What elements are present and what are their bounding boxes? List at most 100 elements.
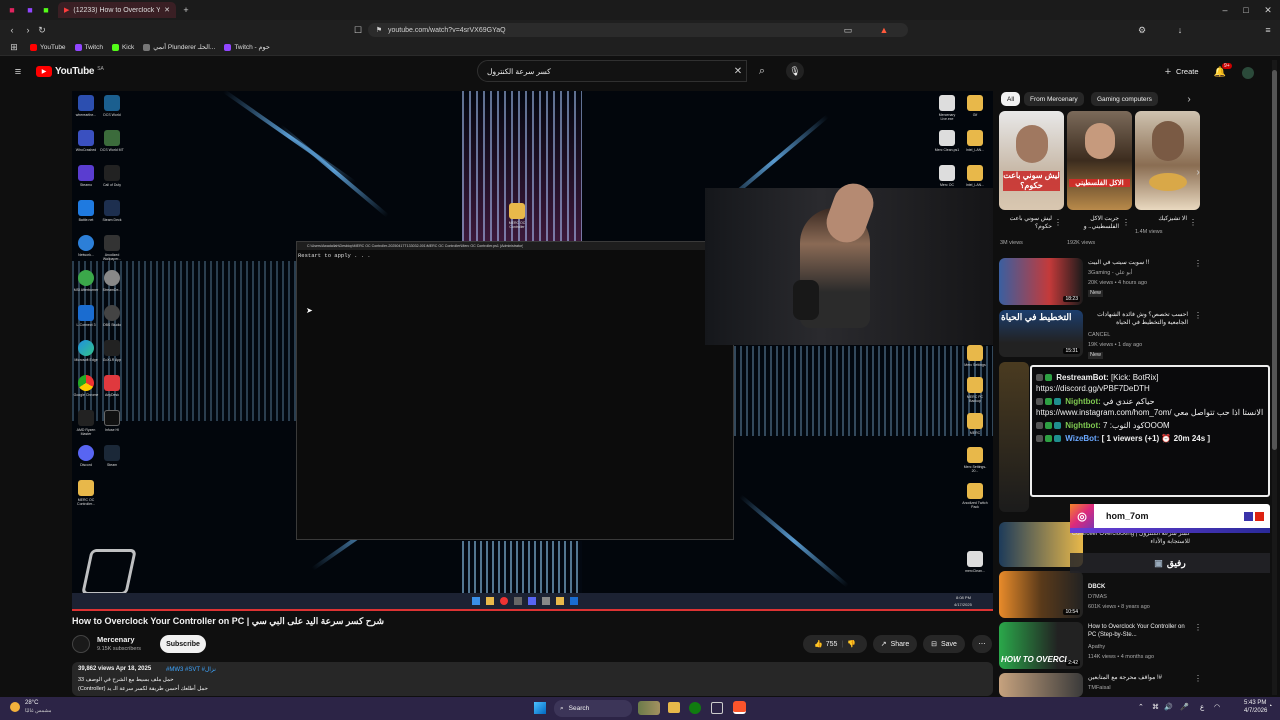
video-title-link[interactable]: سويت سيتب في البيت !! bbox=[1088, 259, 1188, 267]
short-more-icon[interactable]: ⋮ bbox=[1122, 218, 1130, 227]
hamburger-menu-icon[interactable]: ≡ bbox=[12, 66, 24, 78]
bookmark-twitch-hom[interactable]: Twitch - حوم bbox=[224, 43, 270, 51]
short-title[interactable]: الا تشيزكيك bbox=[1135, 215, 1187, 223]
wifi-icon[interactable]: ◠ bbox=[1214, 703, 1220, 711]
short-title[interactable]: جربت الاكل الفلسطيني.. و bbox=[1067, 215, 1119, 231]
video-more-icon[interactable]: ⋮ bbox=[1194, 259, 1202, 268]
weather-desc[interactable]: مشمس غالبًا bbox=[25, 708, 52, 714]
tab-youtube[interactable]: ▶ (12233) How to Overclock Yo ✕ bbox=[58, 2, 176, 18]
short-more-icon[interactable]: ⋮ bbox=[1054, 218, 1062, 227]
video-title-link[interactable]: احسب تخصص؟ وش فائدة الشهادات الجامعية وا… bbox=[1088, 311, 1188, 327]
create-plus-icon[interactable]: + bbox=[1162, 66, 1174, 78]
bookmark-plunderer[interactable]: أنمي Plunderer الحلـ... bbox=[143, 43, 215, 51]
microphone-icon[interactable]: 🎙 bbox=[786, 62, 804, 80]
widget-thumbnail-icon[interactable] bbox=[638, 701, 660, 715]
bookmark-kick[interactable]: Kick bbox=[111, 43, 134, 51]
pinned-kick-icon[interactable]: ■ bbox=[40, 4, 52, 16]
reload-icon[interactable]: ↻ bbox=[36, 24, 48, 36]
xbox-icon[interactable] bbox=[689, 702, 701, 714]
more-actions-button[interactable]: ⋯ bbox=[972, 635, 992, 653]
browser-menu-icon[interactable]: ■ bbox=[6, 4, 18, 16]
video-channel[interactable]: CANCEL bbox=[1088, 332, 1110, 339]
youtube-logo[interactable]: ▶ YouTube SA bbox=[36, 66, 104, 77]
like-button[interactable]: 👍 755 bbox=[814, 640, 837, 649]
taskbar-date[interactable]: 4/7/2026 bbox=[1244, 708, 1267, 714]
video-thumbnail[interactable]: 18:23 bbox=[999, 258, 1083, 305]
site-info-icon[interactable]: ⚑ bbox=[373, 24, 385, 36]
calculator-icon[interactable] bbox=[711, 702, 723, 714]
bookmark-icon[interactable]: ☐ bbox=[352, 24, 364, 36]
thumbs-down-icon[interactable]: 👎 bbox=[847, 640, 856, 648]
close-window-icon[interactable]: ✕ bbox=[1262, 4, 1274, 16]
chip-from-mercenary[interactable]: From Mercenary bbox=[1024, 92, 1084, 106]
taskbar-time[interactable]: 5:43 PM bbox=[1244, 700, 1266, 706]
download-icon[interactable]: ↓ bbox=[1174, 24, 1186, 36]
chips-next-icon[interactable]: › bbox=[1183, 93, 1195, 105]
video-channel[interactable]: Apathy bbox=[1088, 644, 1105, 651]
scrollbar-track[interactable] bbox=[1272, 60, 1277, 695]
short-more-icon[interactable]: ⋮ bbox=[1189, 218, 1197, 227]
search-input[interactable]: كسر سرعة الكنترول ✕ bbox=[477, 60, 747, 82]
hashtags[interactable]: #MW3 #SVT #نزال bbox=[166, 666, 216, 673]
description-box[interactable]: 39,862 views Apr 18, 2025 #MW3 #SVT #نزا… bbox=[72, 662, 993, 696]
maximize-icon[interactable]: □ bbox=[1240, 4, 1252, 16]
video-channel[interactable]: 3Gaming - أبو علي bbox=[1088, 270, 1132, 277]
notification-bell-icon[interactable]: ◔ bbox=[1268, 703, 1272, 710]
speaker-icon[interactable]: 🔊 bbox=[1164, 703, 1173, 711]
share-button[interactable]: ↗ Share bbox=[873, 635, 917, 653]
short-thumbnail[interactable]: الاكل الفلسطيني bbox=[1067, 111, 1132, 210]
scrollbar-thumb[interactable] bbox=[1272, 70, 1277, 450]
video-more-icon[interactable]: ⋮ bbox=[1194, 623, 1202, 632]
taskbar-search[interactable]: ⌕ Search bbox=[554, 700, 632, 717]
progress-bar[interactable] bbox=[72, 609, 993, 611]
url-field[interactable]: ⚑ youtube.com/watch?v=4srVX69GYaQ ▭ ▲ bbox=[368, 23, 908, 37]
search-icon[interactable]: ⌕ bbox=[752, 63, 772, 79]
apps-grid-icon[interactable]: ⊞ bbox=[8, 41, 20, 53]
save-button[interactable]: ⊟ Save bbox=[923, 635, 965, 653]
mic-tray-icon[interactable]: 🎤 bbox=[1180, 703, 1189, 711]
video-more-icon[interactable]: ⋮ bbox=[1194, 311, 1202, 320]
weather-sun-icon[interactable] bbox=[10, 702, 20, 712]
short-thumbnail[interactable]: ليش سوني باعت حكوم؟ bbox=[999, 111, 1064, 210]
bookmark-twitch[interactable]: Twitch bbox=[74, 43, 103, 51]
network-icon[interactable]: ⌘ bbox=[1152, 703, 1159, 711]
pinned-tab-icon[interactable]: ■ bbox=[24, 4, 36, 16]
video-title-link[interactable]: DBCK bbox=[1088, 583, 1105, 591]
cast-icon[interactable]: ▭ bbox=[842, 24, 854, 36]
forward-icon[interactable]: › bbox=[22, 24, 34, 36]
video-title-link[interactable]: مواقف محرجة مع المتابعين !# bbox=[1088, 674, 1188, 682]
language-indicator[interactable]: ع bbox=[1200, 703, 1204, 711]
extensions-icon[interactable]: ⚙ bbox=[1136, 24, 1148, 36]
channel-name[interactable]: Mercenary bbox=[97, 635, 135, 644]
short-thumbnail[interactable] bbox=[1135, 111, 1200, 210]
video-thumbnail[interactable] bbox=[999, 673, 1083, 697]
video-thumbnail[interactable] bbox=[999, 362, 1029, 512]
file-explorer-icon[interactable] bbox=[668, 702, 680, 713]
minimize-icon[interactable]: – bbox=[1219, 4, 1231, 16]
avatar[interactable] bbox=[1242, 67, 1254, 79]
create-button[interactable]: Create bbox=[1176, 67, 1199, 76]
short-title[interactable]: ليش سوني باعت حكوم؟ bbox=[1000, 215, 1052, 231]
shorts-next-icon[interactable]: › bbox=[1192, 166, 1204, 178]
video-channel[interactable]: D7MAS bbox=[1088, 594, 1107, 601]
chip-all[interactable]: All bbox=[1001, 92, 1021, 106]
video-thumbnail[interactable]: HOW TO OVERCL 2:42 bbox=[999, 622, 1083, 669]
menu-icon[interactable]: ≡ bbox=[1262, 24, 1274, 36]
close-tab-icon[interactable]: ✕ bbox=[164, 6, 170, 14]
video-thumbnail[interactable]: 10:54 bbox=[999, 571, 1083, 618]
bookmark-youtube[interactable]: YouTube bbox=[30, 43, 66, 51]
new-tab-icon[interactable]: + bbox=[180, 4, 192, 16]
video-thumbnail[interactable]: التخطيط في الحياة 15:31 bbox=[999, 310, 1083, 357]
clear-search-icon[interactable]: ✕ bbox=[732, 65, 744, 77]
video-player[interactable]: wherearthe... DCS World WhoCrashed DCS W… bbox=[72, 91, 993, 611]
video-channel[interactable]: TMFaisal bbox=[1088, 685, 1111, 692]
weather-temp[interactable]: 28°C bbox=[25, 700, 38, 706]
brave-browser-icon[interactable] bbox=[733, 701, 746, 714]
shield-icon[interactable]: ▲ bbox=[878, 24, 890, 36]
video-title-link[interactable]: How to Overclock Your Controller on PC (… bbox=[1088, 623, 1188, 639]
channel-avatar[interactable] bbox=[72, 635, 90, 653]
start-icon[interactable] bbox=[534, 702, 546, 714]
back-icon[interactable]: ‹ bbox=[6, 24, 18, 36]
video-more-icon[interactable]: ⋮ bbox=[1194, 674, 1202, 683]
tray-chevron-icon[interactable]: ⌃ bbox=[1138, 703, 1144, 711]
